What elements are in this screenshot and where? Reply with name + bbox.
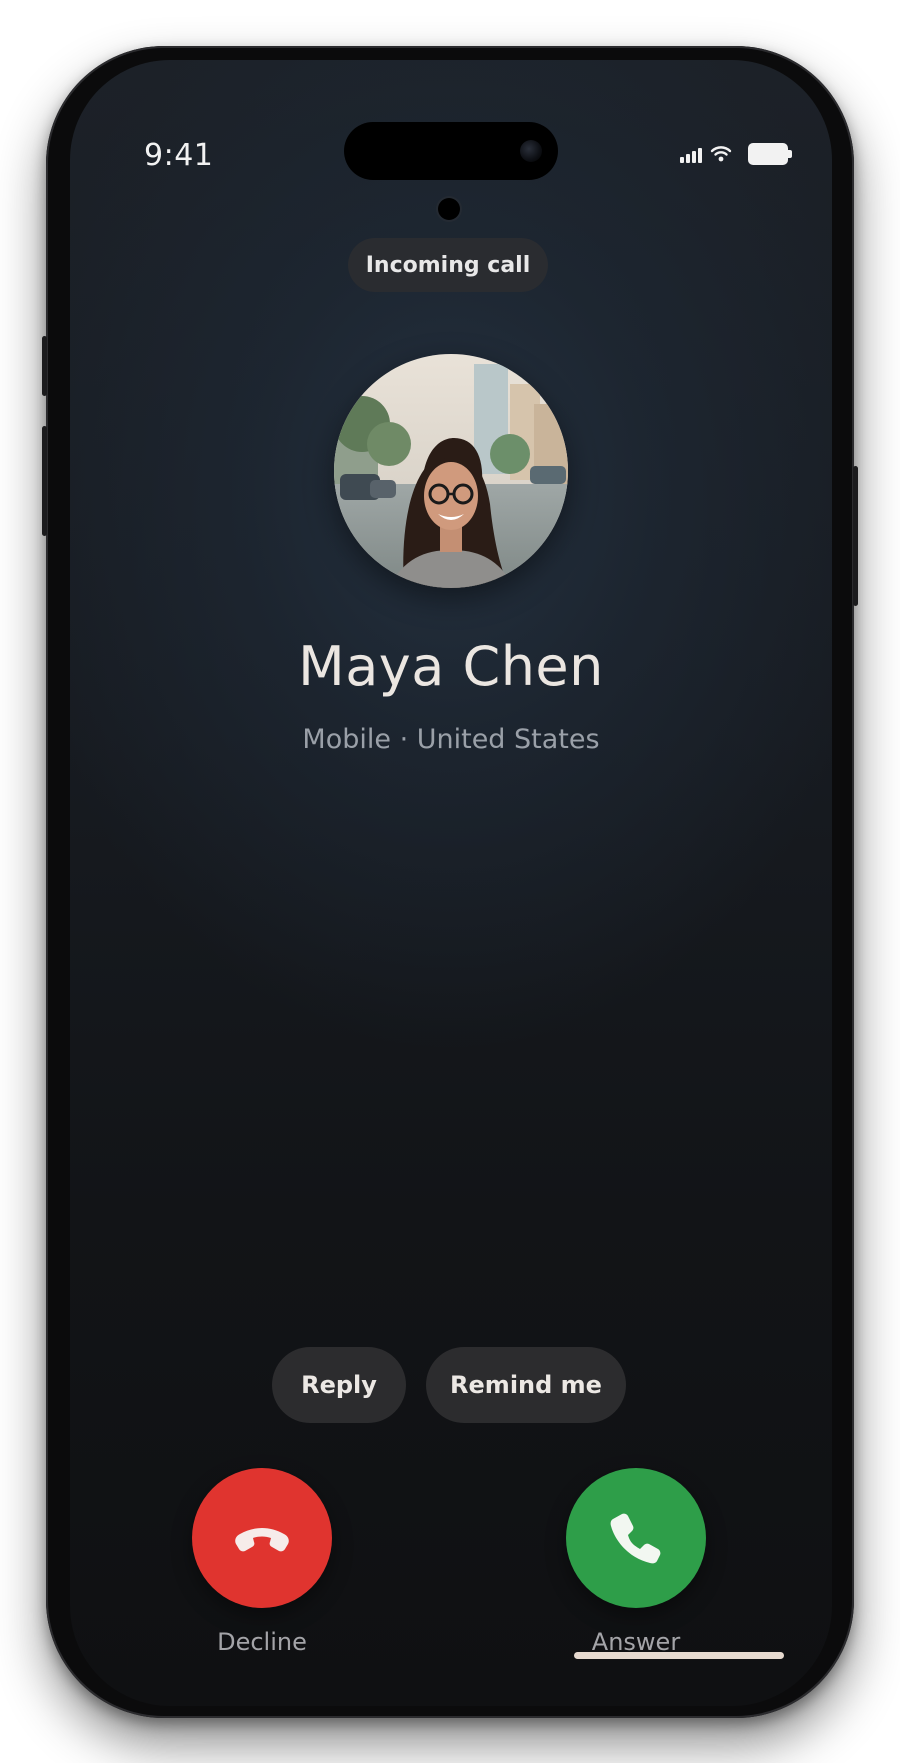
- cellular-signal-icon: [680, 145, 702, 163]
- remind-me-button[interactable]: Remind me: [426, 1347, 626, 1423]
- side-button: [42, 336, 47, 396]
- home-indicator[interactable]: [574, 1652, 784, 1659]
- dynamic-island: [344, 122, 558, 180]
- decline-label: Decline: [217, 1628, 307, 1656]
- caller-name: Maya Chen: [298, 635, 604, 698]
- decline-button[interactable]: [192, 1468, 332, 1608]
- phone-icon: [610, 1513, 661, 1564]
- side-button: [853, 466, 858, 606]
- caller-avatar: [334, 354, 568, 588]
- answer-button[interactable]: [566, 1468, 706, 1608]
- battery-icon: [748, 143, 792, 165]
- incoming-call-screen: 9:41 Incoming call Maya Chen Mobile · Un…: [70, 60, 832, 1706]
- side-button: [42, 426, 47, 536]
- status-indicators: [680, 140, 792, 168]
- phone-hangup-icon: [235, 1528, 289, 1552]
- front-sensor: [438, 198, 460, 220]
- incoming-call-badge: Incoming call: [348, 238, 548, 292]
- camera-icon: [520, 140, 542, 162]
- status-time: 9:41: [144, 138, 214, 173]
- reply-button[interactable]: Reply: [272, 1347, 406, 1423]
- phone-frame: 9:41 Incoming call Maya Chen Mobile · Un…: [42, 46, 858, 1718]
- wifi-icon: [710, 146, 732, 162]
- caller-detail: Mobile · United States: [302, 724, 600, 755]
